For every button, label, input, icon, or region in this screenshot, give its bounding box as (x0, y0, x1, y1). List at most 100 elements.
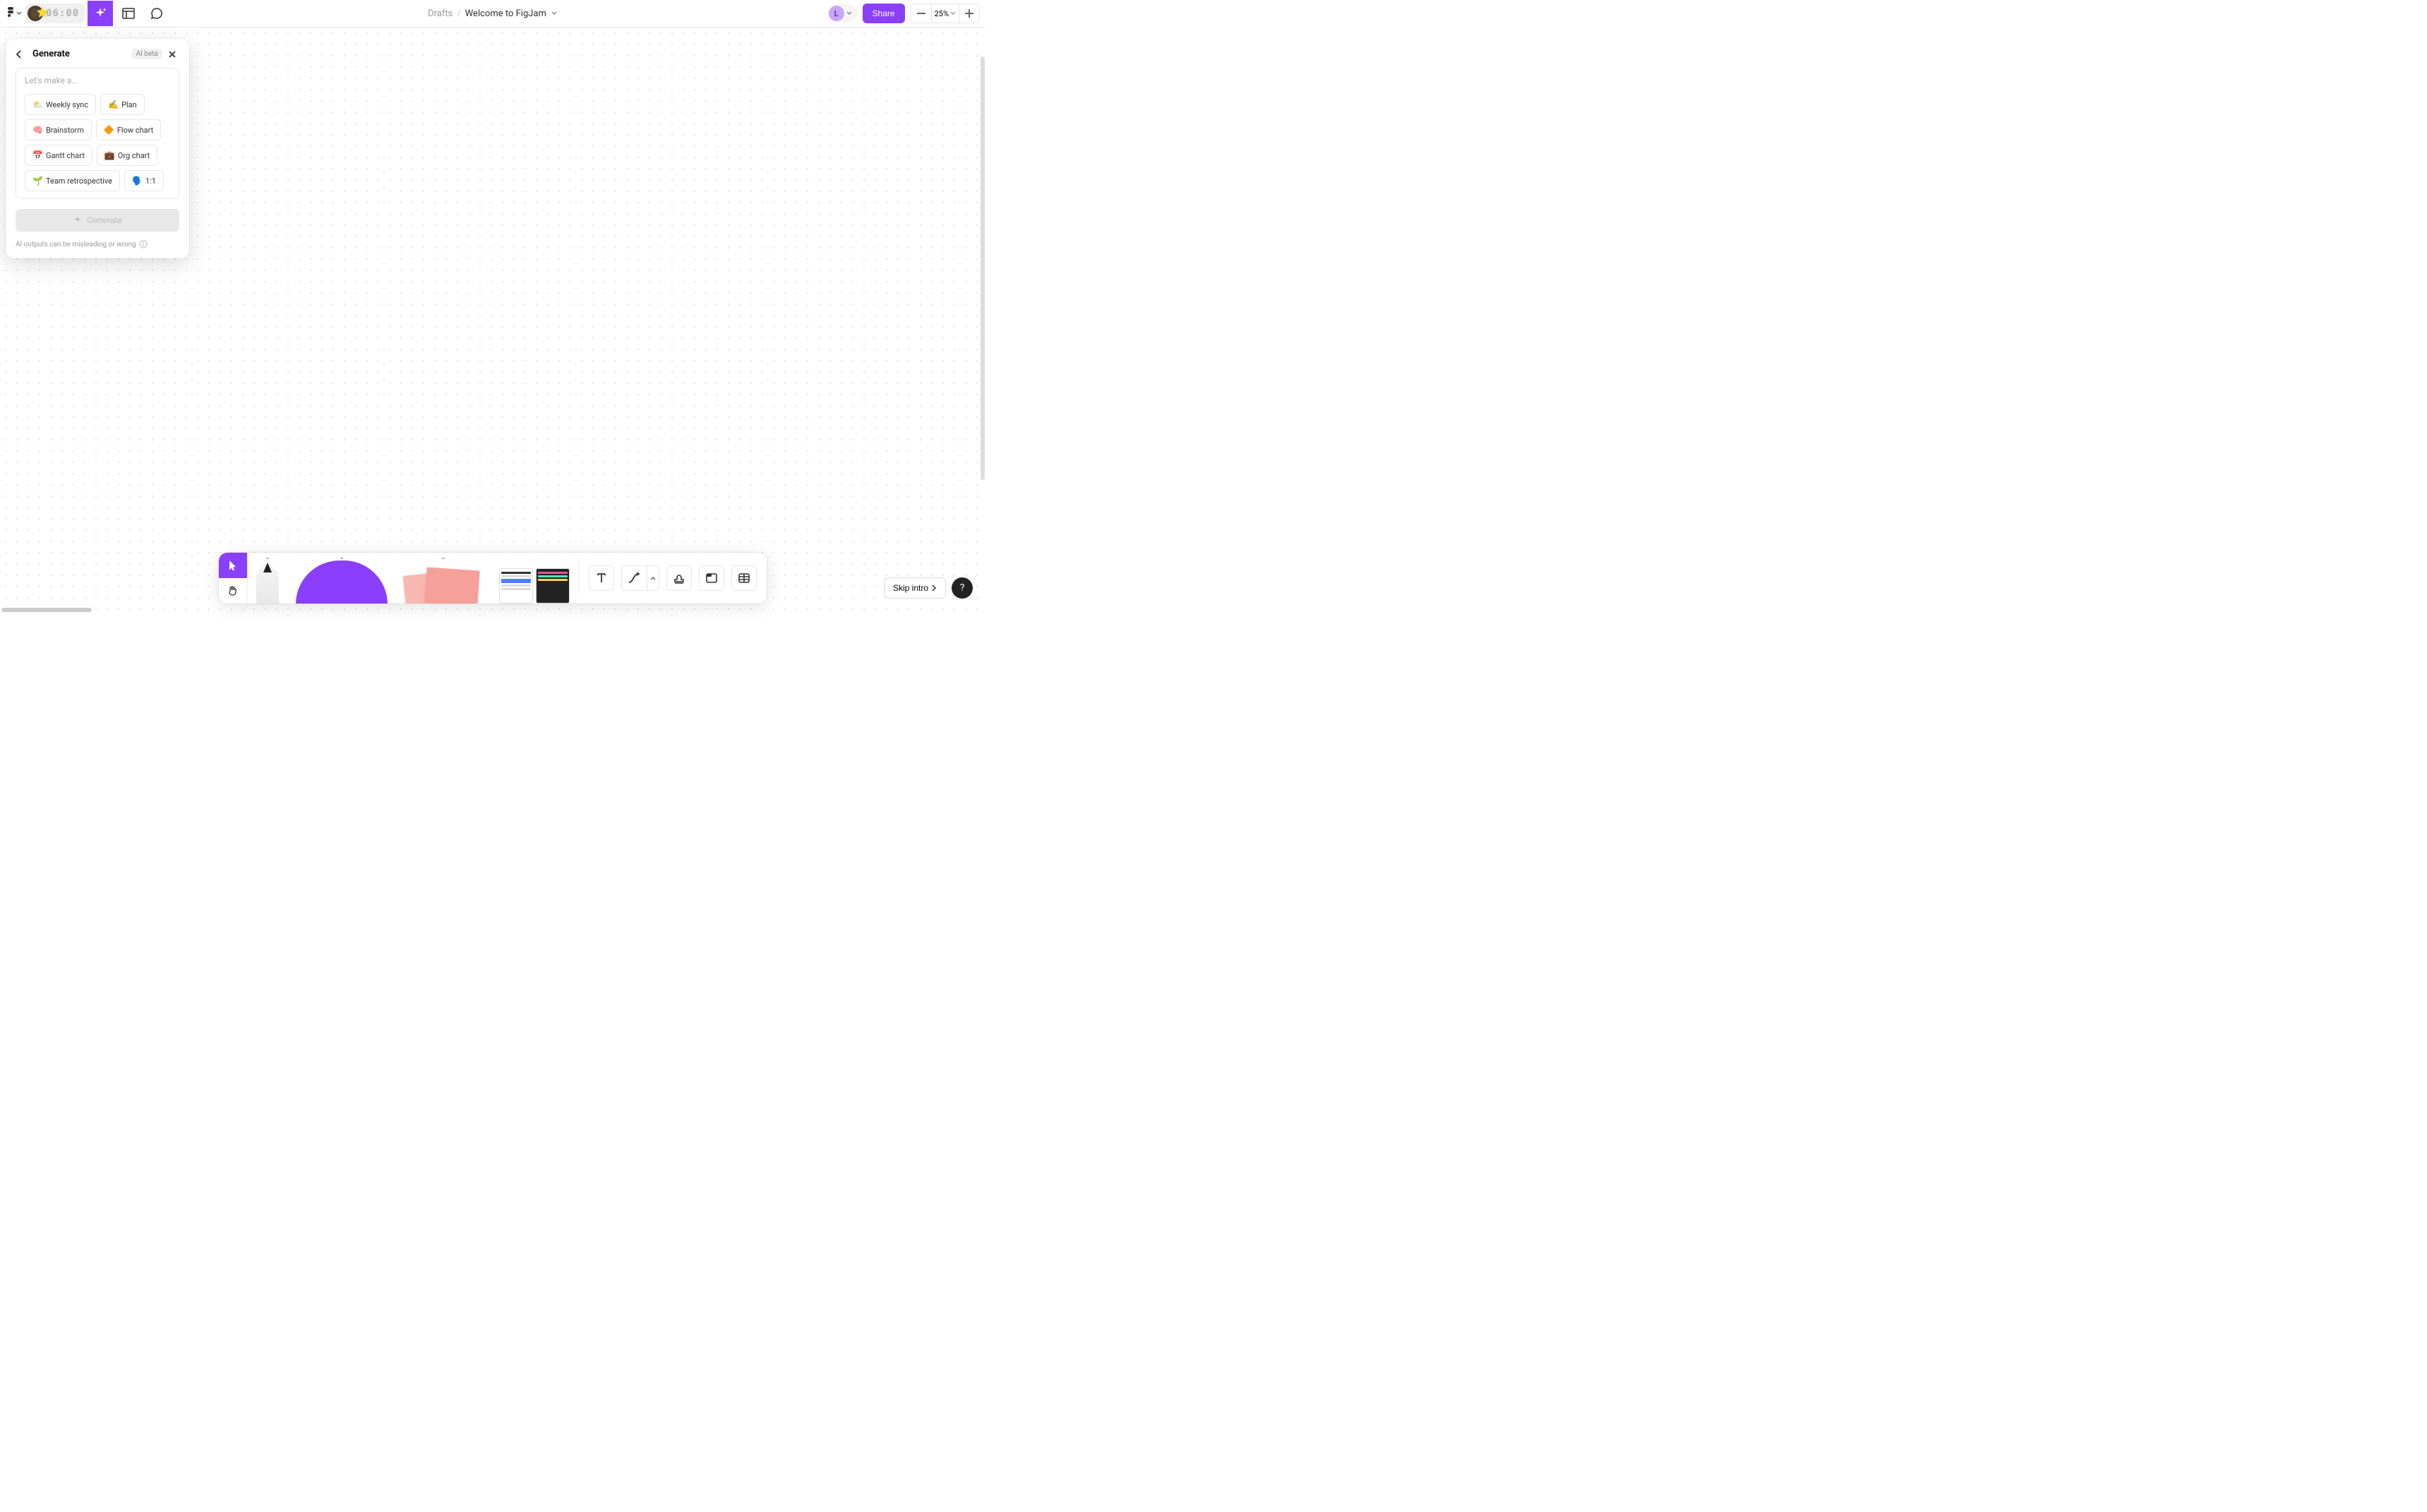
chip-one-on-one[interactable]: 🗣️1:1 (124, 170, 164, 191)
chevron-down-icon[interactable] (551, 10, 558, 17)
chip-flow-chart[interactable]: 🔶Flow chart (96, 119, 161, 140)
zoom-level[interactable]: 25% (931, 4, 959, 23)
chip-label: 1:1 (145, 176, 156, 186)
suggestion-chips: ⛅Weekly sync ✍️Plan 🧠Brainstorm 🔶Flow ch… (25, 94, 170, 191)
breadcrumb-drafts[interactable]: Drafts (428, 8, 453, 19)
header: ⭐ 06:00 Drafts / Welcome to FigJam L Sha… (0, 0, 985, 28)
timer-text: 06:00 (46, 8, 79, 19)
layout-button[interactable] (116, 1, 141, 26)
sticky-note-tool[interactable]: ⌃ (396, 553, 491, 604)
comment-icon (150, 7, 163, 20)
ai-disclaimer: AI outputs can be misleading or wrong (16, 240, 179, 248)
pointer-tool-group (219, 553, 247, 604)
chip-plan[interactable]: ✍️Plan (100, 94, 145, 115)
timer-widget[interactable]: ⭐ 06:00 (25, 4, 85, 23)
connector-tool-group (621, 565, 659, 591)
comments-button[interactable] (144, 1, 169, 26)
writing-hand-icon: ✍️ (108, 100, 119, 109)
chip-brainstorm[interactable]: 🧠Brainstorm (25, 119, 92, 140)
hand-tool[interactable] (219, 578, 247, 604)
zoom-value: 25% (935, 9, 949, 18)
generate-panel-header: Generate AI beta (16, 49, 179, 59)
breadcrumb-title[interactable]: Welcome to FigJam (465, 8, 546, 19)
ai-generate-button[interactable] (88, 1, 113, 26)
horizontal-scrollbar[interactable] (1, 608, 92, 612)
tool-actions (579, 553, 767, 604)
prompt-placeholder: Let's make a... (25, 76, 170, 85)
plus-icon (965, 9, 973, 18)
info-icon[interactable] (139, 240, 148, 248)
connector-tool[interactable] (621, 565, 647, 591)
seedling-icon: 🌱 (32, 176, 43, 186)
chip-label: Gantt chart (46, 151, 85, 160)
header-left: ⭐ 06:00 (6, 1, 169, 26)
section-tool[interactable] (699, 565, 724, 591)
chip-weekly-sync[interactable]: ⛅Weekly sync (25, 94, 96, 115)
timer-icon: ⭐ (28, 6, 43, 21)
connector-options[interactable] (647, 565, 659, 591)
cloud-sun-icon: ⛅ (32, 100, 43, 109)
table-icon (738, 572, 750, 584)
generate-button[interactable]: Generate (16, 209, 179, 232)
chevron-down-icon (844, 11, 854, 16)
text-tool[interactable] (589, 565, 614, 591)
brain-icon: 🧠 (32, 125, 43, 135)
section-icon (705, 572, 718, 584)
minus-icon (917, 13, 925, 14)
chip-label: Org chart (118, 151, 150, 160)
chevron-down-icon (950, 11, 956, 16)
avatar: L (829, 6, 844, 21)
breadcrumb: Drafts / Welcome to FigJam (428, 8, 558, 19)
stamp-icon (673, 572, 685, 584)
widget-tool[interactable] (491, 553, 578, 604)
text-icon (595, 572, 608, 584)
generate-button-label: Generate (87, 215, 122, 225)
zoom-out-button[interactable] (911, 4, 931, 23)
main-menu-button[interactable] (6, 5, 23, 22)
prompt-input[interactable]: Let's make a... ⛅Weekly sync ✍️Plan 🧠Bra… (16, 68, 179, 199)
chip-team-retrospective[interactable]: 🌱Team retrospective (25, 170, 120, 191)
calendar-icon: 📅 (32, 150, 43, 160)
avatar-menu[interactable]: L (827, 4, 857, 23)
chip-label: Team retrospective (46, 176, 112, 186)
chip-org-chart[interactable]: 💼Org chart (97, 145, 157, 166)
stamp-tool[interactable] (666, 565, 692, 591)
diamond-icon: 🔶 (104, 125, 114, 135)
zoom-group: 25% (911, 4, 980, 23)
chevron-right-icon (931, 584, 937, 592)
chip-gantt-chart[interactable]: 📅Gantt chart (25, 145, 92, 166)
share-button[interactable]: Share (863, 4, 905, 23)
ai-disclaimer-text: AI outputs can be misleading or wrong (16, 241, 136, 248)
ai-beta-badge: AI beta (132, 49, 162, 59)
header-right: L Share 25% (827, 4, 980, 23)
chevron-up-icon: ⌃ (339, 557, 344, 565)
marker-tool[interactable]: ⌃ (247, 553, 287, 604)
help-button[interactable]: ? (952, 577, 973, 599)
zoom-in-button[interactable] (959, 4, 979, 23)
skip-intro-button[interactable]: Skip intro (884, 577, 946, 599)
table-tool[interactable] (731, 565, 757, 591)
select-tool[interactable] (219, 553, 247, 578)
hand-icon (227, 585, 239, 596)
widget-preview (499, 568, 570, 604)
chevron-up-icon (650, 576, 656, 580)
chip-label: Brainstorm (46, 126, 84, 135)
back-button[interactable] (16, 49, 27, 59)
chip-label: Flow chart (117, 126, 153, 135)
bottom-toolbar: ⌃ ⌃ ⌃ (219, 553, 767, 604)
generate-panel: Generate AI beta Let's make a... ⛅Weekly… (6, 39, 189, 258)
breadcrumb-separator: / (457, 8, 460, 19)
chip-label: Weekly sync (46, 100, 88, 109)
shape-tool[interactable]: ⌃ (287, 553, 396, 604)
sparkle-icon (73, 215, 83, 225)
pencil-icon (256, 563, 279, 604)
speaking-head-icon: 🗣️ (132, 176, 143, 186)
pointer-icon (228, 560, 238, 571)
chevron-left-icon (16, 49, 23, 59)
vertical-scrollbar[interactable] (981, 56, 985, 480)
chip-label: Plan (121, 100, 137, 109)
chevron-up-icon: ⌃ (441, 557, 446, 565)
close-button[interactable] (168, 50, 179, 59)
sparkle-icon (93, 6, 107, 20)
figma-icon (6, 7, 15, 20)
